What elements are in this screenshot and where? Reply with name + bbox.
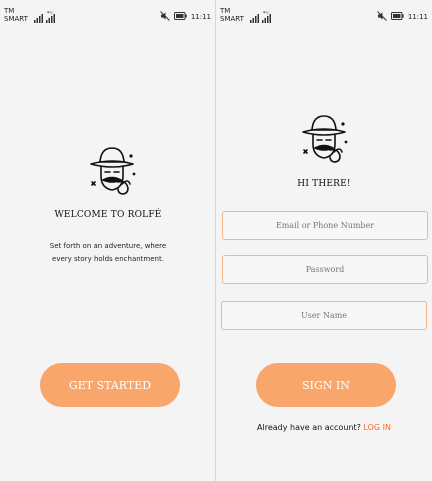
welcome-screen: TM SMART 4G 11:11 WELCOME TO ROLFÉ Set f… bbox=[0, 0, 216, 481]
email-input[interactable] bbox=[223, 211, 427, 240]
battery-icon bbox=[390, 12, 404, 22]
login-prompt: Already have an account? LOG IN bbox=[216, 423, 432, 432]
svg-text:4G: 4G bbox=[47, 11, 53, 15]
carrier-line1: TM bbox=[220, 7, 231, 15]
sign-in-button[interactable]: SIGN IN bbox=[256, 363, 396, 407]
carrier: TM SMART bbox=[4, 7, 28, 23]
svg-text:4G: 4G bbox=[263, 11, 269, 15]
carrier: TM SMART bbox=[220, 7, 244, 23]
login-link[interactable]: LOG IN bbox=[363, 423, 391, 432]
app-root: TM SMART 4G 11:11 WELCOME TO ROLFÉ Set f… bbox=[0, 0, 432, 481]
clock: 11:11 bbox=[190, 13, 211, 21]
welcome-subtitle: Set forth on an adventure, where every s… bbox=[0, 240, 215, 266]
status-bar: TM SMART 4G 11:11 bbox=[4, 5, 211, 25]
mute-icon bbox=[376, 11, 387, 23]
password-field[interactable] bbox=[222, 255, 428, 284]
get-started-button[interactable]: GET STARTED bbox=[40, 363, 180, 407]
username-input[interactable] bbox=[222, 301, 426, 330]
status-bar: TM SMART 4G 11:11 bbox=[220, 5, 428, 25]
carrier-line2: SMART bbox=[4, 15, 28, 23]
carrier-line2: SMART bbox=[220, 15, 244, 23]
signin-screen: TM SMART 4G 11:11 HI THERE! Email or Pho… bbox=[216, 0, 432, 481]
username-field[interactable] bbox=[221, 301, 427, 330]
signal-icon: 4G bbox=[34, 10, 60, 25]
password-input[interactable] bbox=[223, 255, 427, 284]
detective-logo-icon bbox=[84, 144, 140, 200]
welcome-title: WELCOME TO ROLFÉ bbox=[54, 210, 162, 220]
carrier-line1: TM bbox=[4, 7, 15, 15]
status-right: 11:11 bbox=[376, 11, 428, 23]
login-prompt-text: Already have an account? bbox=[257, 423, 361, 432]
subtitle-line2: every story holds enchantment. bbox=[52, 255, 164, 263]
battery-icon bbox=[173, 12, 187, 22]
status-right: 11:11 bbox=[159, 11, 211, 23]
subtitle-line1: Set forth on an adventure, where bbox=[49, 242, 167, 250]
clock: 11:11 bbox=[407, 13, 428, 21]
mute-icon bbox=[159, 11, 170, 23]
signin-title: HI THERE! bbox=[297, 179, 351, 189]
signal-icon: 4G bbox=[250, 10, 276, 25]
email-field[interactable] bbox=[222, 211, 428, 240]
detective-logo-icon bbox=[296, 112, 352, 168]
